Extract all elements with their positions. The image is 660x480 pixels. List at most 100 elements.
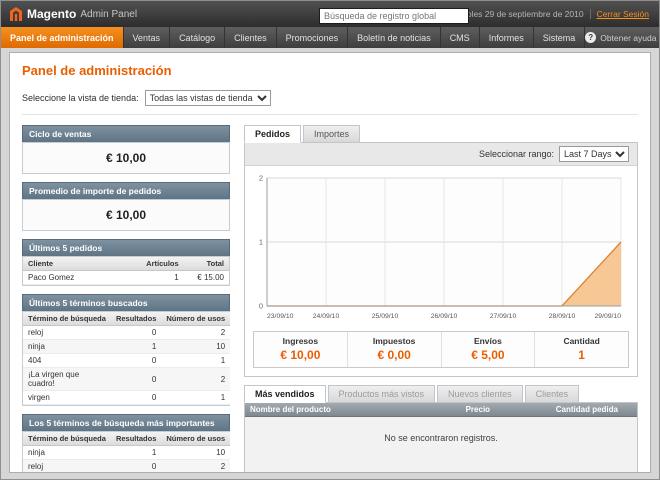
range-select[interactable]: Last 7 Days [559,146,629,162]
svg-text:0: 0 [259,302,263,311]
table-row[interactable]: reloj 0 2 [23,460,230,474]
nav-item-ventas[interactable]: Ventas [124,27,171,48]
products-panel: Nombre del producto Precio Cantidad pedi… [244,402,638,473]
help-link[interactable]: ? Obtener ayuda para esta página [585,27,660,48]
cell: 0 [111,460,161,474]
logout-link[interactable]: Cerrar Sesión [591,9,651,19]
svg-text:28/09/10: 28/09/10 [549,313,576,320]
tab-nuevos-clientes[interactable]: Nuevos clientes [437,385,523,403]
svg-text:29/09/10: 29/09/10 [595,313,622,320]
stats-row: Ingresos € 10,00 Impuestos € 0,00 Envíos… [253,331,629,368]
col-header: Artículos [136,257,183,271]
col-header: Resultados [111,432,161,446]
cell: 10 [161,446,230,460]
table-row[interactable]: ninja 1 10 [23,446,230,460]
cell: 0 [111,326,161,340]
top-search-table: Término de búsqueda Resultados Número de… [23,432,230,473]
content-area: Panel de administración Seleccione la vi… [1,48,659,480]
nav-item-promociones[interactable]: Promociones [277,27,349,48]
nav-item-clientes[interactable]: Clientes [225,27,277,48]
cell: 2 [161,368,230,391]
svg-text:25/09/10: 25/09/10 [372,313,399,320]
tab-clientes[interactable]: Clientes [525,385,580,403]
average-orders-panel: Promedio de importe de pedidos € 10,00 [22,182,230,231]
cell: 0 [111,368,161,391]
help-label: Obtener ayuda para esta página [600,33,660,43]
nav-item-informes[interactable]: Informes [480,27,534,48]
content-box: Panel de administración Seleccione la vi… [9,52,651,473]
magento-logo-icon [9,6,23,22]
bottom-block: Más vendidos Productos más vistos Nuevos… [244,385,638,473]
col-header: Cantidad pedida [551,403,637,417]
average-orders-value: € 10,00 [23,200,229,230]
top-header: Magento Admin Panel Accedió como aparo m… [1,1,659,27]
table-row[interactable]: virgen 0 1 [23,391,230,405]
stat-ingresos: Ingresos € 10,00 [254,332,347,367]
stat-value: € 10,00 [254,348,347,362]
dashboard-right-column: Pedidos Importes Seleccionar rango: Last… [244,125,638,473]
chart-wrap: 01223/09/1024/09/1025/09/1026/09/1027/09… [245,166,637,327]
cell: 0 [111,391,161,405]
table-row[interactable]: ¡La virgen que cuadro! 0 2 [23,368,230,391]
tab-importes[interactable]: Importes [303,125,360,143]
col-header: Precio [461,403,551,417]
last-orders-title: Últimos 5 pedidos [22,239,230,256]
lifetime-sales-value: € 10,00 [23,143,229,173]
store-view-row: Seleccione la vista de tienda: Todas las… [22,90,638,115]
dashboard-left-column: Ciclo de ventas € 10,00 Promedio de impo… [22,125,230,473]
last-search-table: Término de búsqueda Resultados Número de… [23,312,230,405]
cell: ninja [23,340,111,354]
lifetime-sales-panel: Ciclo de ventas € 10,00 [22,125,230,174]
stat-cantidad: Cantidad 1 [534,332,628,367]
nav-item-boletin[interactable]: Boletín de noticias [348,27,441,48]
cell: 404 [23,354,111,368]
col-header: Término de búsqueda [23,432,111,446]
top-search-title: Los 5 términos de búsqueda más important… [22,414,230,431]
nav-item-cms[interactable]: CMS [441,27,480,48]
table-row[interactable]: reloj 0 2 [23,326,230,340]
magento-logo: Magento Admin Panel [9,6,137,22]
magento-admin-window: Magento Admin Panel Accedió como aparo m… [0,0,660,480]
stat-impuestos: Impuestos € 0,00 [347,332,441,367]
global-search [319,6,469,24]
range-label: Seleccionar rango: [479,149,554,159]
cell: 1 [111,446,161,460]
last-orders-panel: Últimos 5 pedidos Cliente Artículos Tota… [22,239,230,286]
col-header: Número de usos [161,432,230,446]
global-search-input[interactable] [319,8,469,24]
logo-text: Magento [27,7,76,21]
svg-text:23/09/10: 23/09/10 [267,313,294,320]
range-bar: Seleccionar rango: Last 7 Days [245,143,637,166]
table-row[interactable]: Paco Gomez 1 € 15.00 [23,271,229,285]
cell: 2 [161,460,230,474]
cell: virgen [23,391,111,405]
col-header: Cliente [23,257,136,271]
tab-pedidos[interactable]: Pedidos [244,125,301,143]
last-search-panel: Últimos 5 términos buscados Término de b… [22,294,230,406]
orders-chart-panel: Seleccionar rango: Last 7 Days 01223/09/… [244,142,638,377]
products-table: Nombre del producto Precio Cantidad pedi… [245,403,637,417]
col-header: Número de usos [161,312,230,326]
col-header: Nombre del producto [245,403,461,417]
table-row[interactable]: ninja 1 10 [23,340,230,354]
store-view-select[interactable]: Todas las vistas de tienda [145,90,271,106]
nav-item-sistema[interactable]: Sistema [534,27,586,48]
cell: 1 [161,391,230,405]
svg-text:27/09/10: 27/09/10 [490,313,517,320]
main-nav: Panel de administración Ventas Catálogo … [1,27,659,48]
cell: 0 [111,354,161,368]
stat-label: Ingresos [254,336,347,346]
table-row[interactable]: 404 0 1 [23,354,230,368]
stat-value: 1 [535,348,628,362]
nav-item-dashboard[interactable]: Panel de administración [1,27,124,48]
cell: ¡La virgen que cuadro! [23,368,111,391]
cell: ninja [23,446,111,460]
cell: reloj [23,460,111,474]
page-title: Panel de administración [22,63,638,78]
cell: 2 [161,326,230,340]
tab-mas-vendidos[interactable]: Más vendidos [244,385,326,403]
tab-productos-mas-vistos[interactable]: Productos más vistos [328,385,436,403]
nav-item-catalogo[interactable]: Catálogo [170,27,225,48]
stat-label: Cantidad [535,336,628,346]
stat-envios: Envíos € 5,00 [441,332,535,367]
